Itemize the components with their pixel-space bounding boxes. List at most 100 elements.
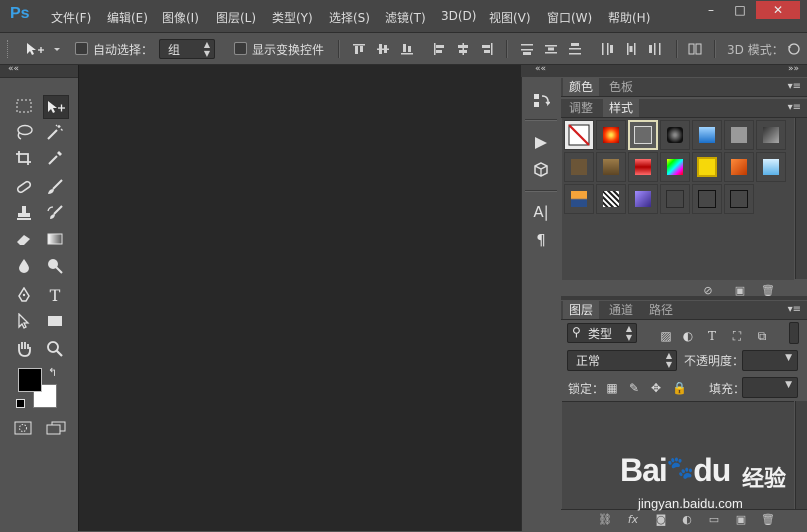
panel-dock-header[interactable]: »» [561,64,807,77]
double-chevron-left-icon[interactable]: «« [535,64,546,74]
menu-filter[interactable]: 滤镜(T) [385,9,426,26]
style-swatch[interactable] [564,184,594,214]
tab-styles[interactable]: 样式 [603,99,640,117]
style-swatch[interactable] [692,120,722,150]
menu-file[interactable]: 文件(F) [51,9,91,26]
style-swatch[interactable] [596,120,626,150]
dodge-icon[interactable] [43,255,67,277]
pen-icon[interactable] [12,284,36,306]
style-swatch[interactable] [724,184,754,214]
menu-layer[interactable]: 图层(L) [216,9,256,26]
zoom-icon[interactable] [43,338,67,360]
link-layers-icon[interactable]: ⛓ [598,514,612,526]
foreground-color-swatch[interactable] [18,368,42,392]
tab-color[interactable]: 颜色 [563,78,600,96]
menu-select[interactable]: 选择(S) [329,9,370,26]
delete-layer-icon[interactable]: 🗑 [761,514,775,526]
tab-paths[interactable]: 路径 [643,301,679,319]
opacity-input[interactable]: ▼ [742,350,798,371]
style-swatch-selected[interactable] [628,120,658,150]
type-icon[interactable]: T [43,284,67,306]
move-icon[interactable] [43,95,69,119]
blur-icon[interactable] [12,255,36,277]
style-swatch[interactable] [628,184,658,214]
panel-menu-icon[interactable]: ▾≡ [788,81,801,92]
style-swatch[interactable] [660,152,690,182]
new-group-icon[interactable]: ▭ [707,514,721,526]
filter-toggle-switch[interactable] [789,322,799,344]
style-swatch[interactable] [596,152,626,182]
swap-colors-icon[interactable]: ↰ [48,366,57,379]
actions-play-icon[interactable] [530,133,552,153]
adjustment-layer-icon[interactable]: ◐ [680,514,694,526]
lock-position-icon[interactable]: ✥ [650,382,662,394]
eraser-icon[interactable] [12,228,36,250]
distribute-horizontal-centers-icon[interactable] [624,42,638,56]
path-selection-icon[interactable] [12,310,36,332]
minimize-button[interactable]: – [696,1,726,19]
style-swatch[interactable] [628,152,658,182]
align-left-edges-icon[interactable] [432,42,446,56]
adjustment-layer-filter-icon[interactable]: ◐ [681,329,695,343]
magic-wand-icon[interactable] [43,121,67,143]
panel-menu-icon[interactable]: ▾≡ [788,304,801,315]
collapsed-dock-header[interactable]: «« [521,64,561,77]
grip-handle[interactable] [7,40,10,58]
distribute-vertical-centers-icon[interactable] [544,42,558,56]
history-icon[interactable] [530,91,552,111]
menu-edit[interactable]: 编辑(E) [107,9,148,26]
type-layer-filter-icon[interactable]: T [705,329,719,343]
eyedropper-icon[interactable] [43,147,67,169]
fill-input[interactable]: ▼ [742,377,798,398]
screen-mode-icon[interactable] [46,421,66,435]
tab-adjustments[interactable]: 调整 [563,99,599,117]
shape-layer-filter-icon[interactable]: ⛶ [730,329,744,343]
quick-mask-icon[interactable] [14,421,32,435]
styles-scrollbar[interactable] [795,118,807,279]
align-horizontal-centers-icon[interactable] [456,42,470,56]
align-right-edges-icon[interactable] [480,42,494,56]
show-transform-checkbox[interactable] [234,42,247,55]
auto-select-dropdown[interactable]: 组 ▲ ▼ [159,39,215,59]
layers-scrollbar[interactable] [795,401,807,509]
lock-all-icon[interactable]: 🔒 [672,382,687,394]
style-swatch[interactable] [756,120,786,150]
tab-channels[interactable]: 通道 [603,301,639,319]
rectangle-shape-icon[interactable] [43,310,67,332]
clone-stamp-icon[interactable] [12,202,36,224]
align-vertical-centers-icon[interactable] [376,42,390,56]
style-swatch[interactable] [724,120,754,150]
character-icon[interactable]: A| [530,202,552,222]
default-colors-icon[interactable] [16,399,25,408]
distribute-left-icon[interactable] [600,42,614,56]
new-layer-icon[interactable]: ▣ [734,514,748,526]
double-chevron-right-icon[interactable]: »» [788,64,799,74]
auto-align-layers-icon[interactable] [688,42,702,56]
lock-transparent-pixels-icon[interactable]: ▦ [606,382,618,394]
document-canvas[interactable] [78,65,522,531]
toolbox-header[interactable]: «« [0,64,78,78]
lasso-icon[interactable] [12,121,36,143]
gradient-icon[interactable] [43,228,67,250]
tab-layers[interactable]: 图层 [563,301,600,319]
menu-type[interactable]: 类型(Y) [272,9,313,26]
align-top-edges-icon[interactable] [352,42,366,56]
menu-window[interactable]: 窗口(W) [547,9,592,26]
brush-icon[interactable] [43,176,67,198]
style-swatch[interactable] [660,120,690,150]
rectangular-marquee-icon[interactable] [12,95,36,117]
add-mask-icon[interactable]: ◙ [654,514,668,526]
panel-menu-icon[interactable]: ▾≡ [788,102,801,113]
spot-healing-brush-icon[interactable] [12,176,36,198]
style-swatch[interactable] [756,152,786,182]
close-button[interactable]: ✕ [756,1,800,19]
menu-help[interactable]: 帮助(H) [608,9,650,26]
distribute-top-icon[interactable] [520,42,534,56]
align-bottom-edges-icon[interactable] [400,42,414,56]
distribute-right-icon[interactable] [648,42,662,56]
layer-style-fx-icon[interactable]: fx [626,514,640,526]
style-swatch-none[interactable] [564,120,594,150]
lock-image-pixels-icon[interactable]: ✎ [628,382,640,394]
tab-swatches[interactable]: 色板 [603,78,639,96]
layer-filter-dropdown[interactable]: ⚲ 类型 ▲ ▼ [567,323,637,343]
